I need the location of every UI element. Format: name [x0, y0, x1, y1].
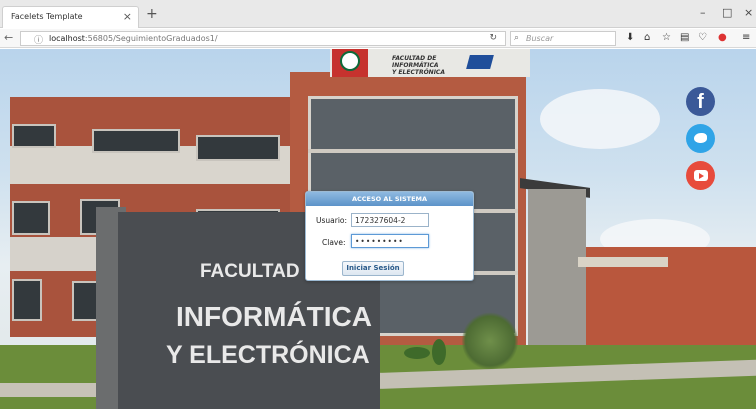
- facade-strip: [308, 149, 518, 153]
- login-panel: ACCESO AL SISTEMA Usuario: Clave: Inicia…: [305, 191, 474, 281]
- twitter-icon[interactable]: [686, 124, 715, 153]
- sign-line-2: INFORMÁTICA: [176, 301, 372, 332]
- bookmark-star-icon[interactable]: ☆: [662, 32, 671, 43]
- banner-line-3: Y ELECTRÓNICA: [392, 69, 445, 76]
- search-input[interactable]: ⌕ Buscar: [510, 31, 616, 46]
- navigation-bar: ← ⓘ localhost:56805/SeguimientoGraduados…: [0, 29, 756, 48]
- fie-logo-icon: [466, 55, 494, 69]
- browser-tab[interactable]: Facelets Template ×: [2, 6, 139, 28]
- reload-icon[interactable]: ↻: [489, 33, 497, 43]
- url-path: :56805/SeguimientoGraduados1/: [84, 34, 218, 43]
- window: [92, 129, 180, 153]
- banner-text: FACULTAD DE INFORMÁTICA Y ELECTRÓNICA: [392, 55, 445, 76]
- new-tab-button[interactable]: +: [146, 6, 158, 22]
- window: [12, 279, 42, 321]
- banner-line-1: FACULTAD DE: [392, 55, 437, 62]
- info-icon[interactable]: ⓘ: [34, 33, 43, 46]
- maximize-button[interactable]: □: [722, 6, 732, 19]
- page-background: FACULTAD DE INFORMÁTICA Y ELECTRÓNICA FA…: [0, 49, 756, 409]
- download-icon[interactable]: ⬇: [626, 32, 634, 43]
- back-arrow-icon[interactable]: ←: [4, 31, 13, 44]
- right-wing: [528, 189, 586, 359]
- search-placeholder: Buscar: [526, 34, 554, 43]
- login-button[interactable]: Iniciar Sesión: [342, 261, 404, 276]
- address-bar[interactable]: ⓘ localhost:56805/SeguimientoGraduados1/…: [20, 31, 506, 46]
- addon-icon[interactable]: ●: [718, 32, 727, 43]
- university-seal-icon: [340, 51, 360, 71]
- minimize-button[interactable]: –: [700, 6, 706, 19]
- url-host: localhost: [49, 34, 85, 43]
- pocket-icon[interactable]: ♡: [698, 32, 707, 43]
- banner-line-2: INFORMÁTICA: [392, 62, 439, 69]
- youtube-icon[interactable]: [686, 161, 715, 190]
- login-title: ACCESO AL SISTEMA: [306, 192, 473, 206]
- tab-close-icon[interactable]: ×: [123, 10, 132, 23]
- cloud: [540, 89, 660, 149]
- tree: [462, 311, 518, 371]
- play-triangle-icon: [699, 173, 704, 179]
- tab-title: Facelets Template: [11, 12, 83, 21]
- sign-line-3: Y ELECTRÓNICA: [166, 341, 370, 369]
- window: [196, 135, 280, 161]
- bookmarks-icon[interactable]: ▤: [680, 32, 689, 43]
- shrub: [404, 347, 430, 359]
- facebook-icon[interactable]: f: [686, 87, 715, 116]
- menu-icon[interactable]: ≡: [742, 32, 750, 43]
- window: [12, 124, 56, 148]
- building-right-band: [578, 257, 668, 267]
- tab-bar: Facelets Template × + – □ ×: [0, 0, 756, 28]
- password-input[interactable]: [351, 234, 429, 248]
- password-label: Clave:: [322, 238, 346, 247]
- twitter-bird-icon: [694, 133, 707, 143]
- home-icon[interactable]: ⌂: [644, 32, 650, 43]
- window: [12, 201, 50, 235]
- shrub: [432, 339, 446, 365]
- close-window-button[interactable]: ×: [744, 6, 753, 19]
- search-icon: ⌕: [514, 33, 520, 43]
- user-input[interactable]: [351, 213, 429, 227]
- url-text: localhost:56805/SeguimientoGraduados1/: [49, 34, 218, 43]
- user-label: Usuario:: [316, 216, 348, 225]
